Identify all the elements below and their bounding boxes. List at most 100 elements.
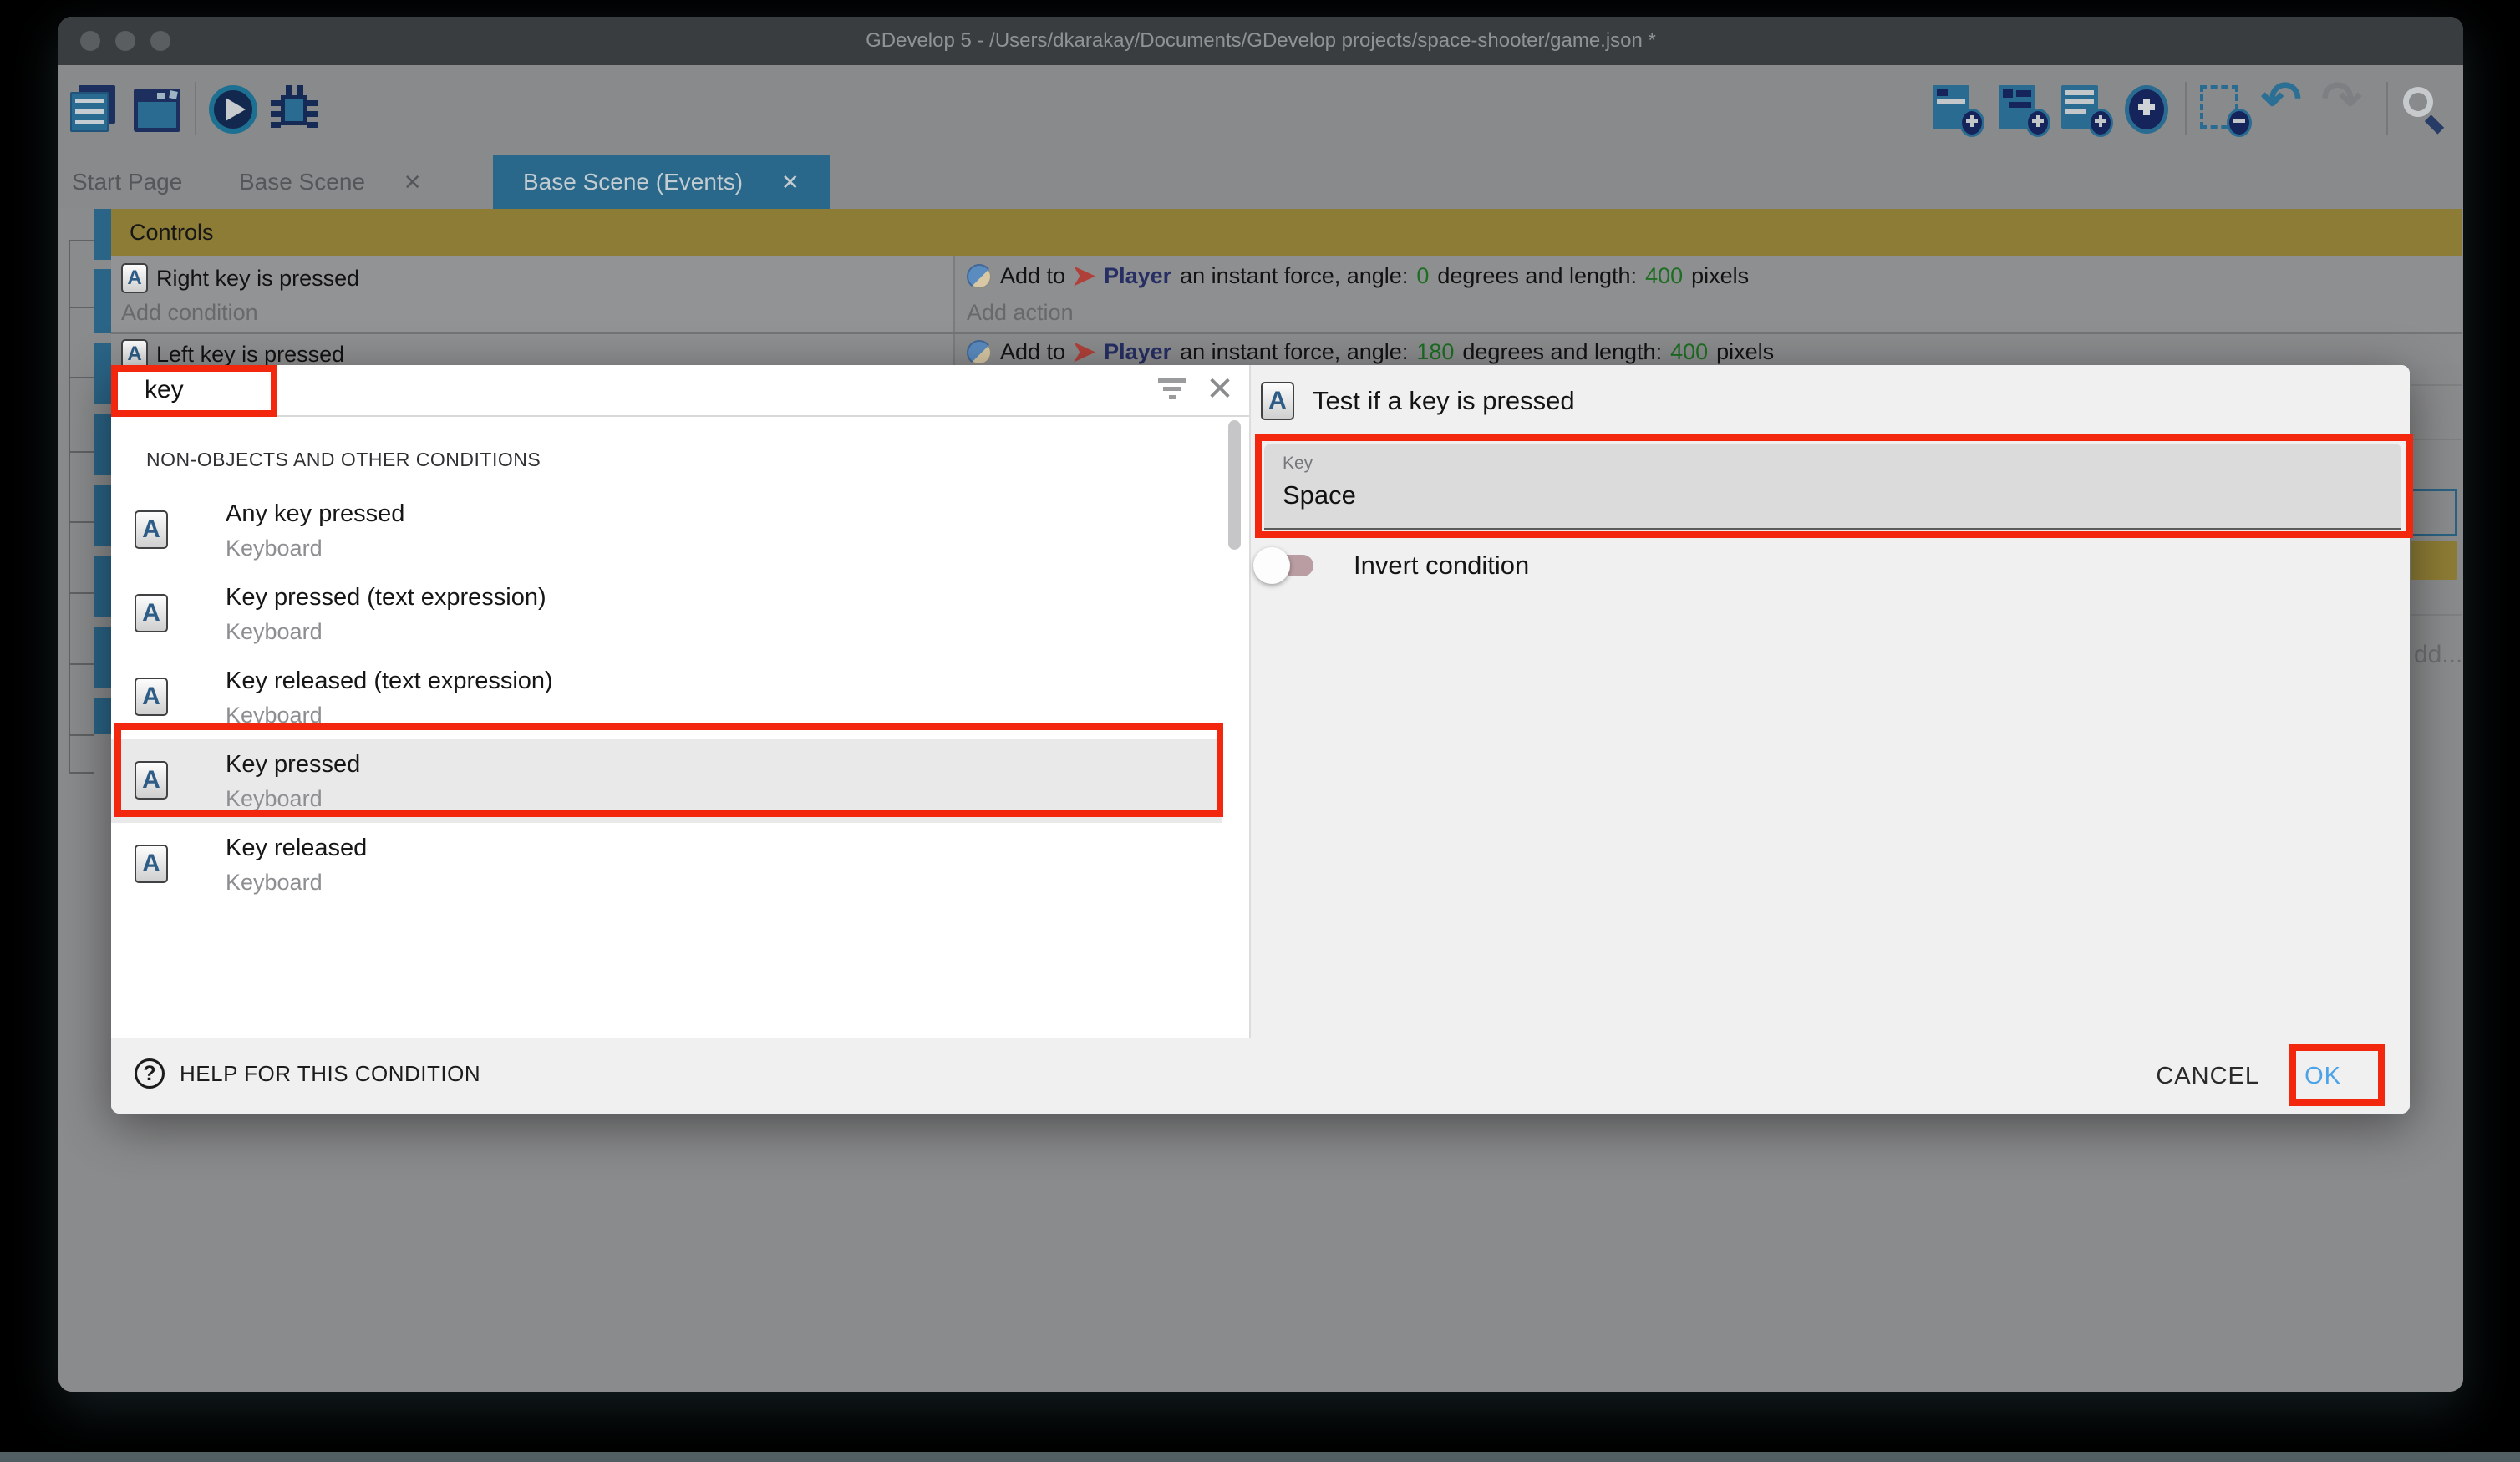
tab-bar: Start Page Base Scene ✕ Base Scene (Even… [58,155,2463,209]
dialog-footer: ? HELP FOR THIS CONDITION CANCEL OK [111,1038,2410,1114]
project-manager-icon[interactable] [70,85,119,134]
actions-cell[interactable]: Add to Player an instant force, angle: 0… [955,256,2462,332]
redo-icon[interactable]: ↷ [2321,75,2362,124]
annotation-key-pressed-item [114,723,1223,817]
add-action-link[interactable]: Add action [967,300,1074,326]
invert-condition-toggle[interactable] [1263,555,1313,576]
close-dialog-icon[interactable]: ✕ [1204,373,1236,405]
list-item-any-key-pressed[interactable]: A Any key pressed Keyboard [111,489,1222,572]
debug-icon[interactable] [269,84,319,134]
truncated-add-link: dd... [2414,641,2462,669]
tab-base-scene[interactable]: Base Scene ✕ [239,155,422,209]
condition-text: key is pressed [201,342,345,366]
app-window: GDevelop 5 - /Users/dkarakay/Documents/G… [58,17,2463,1392]
search-bar: ✕ [111,365,1249,417]
close-tab-icon[interactable]: ✕ [781,170,800,195]
list-section-header: NON-OBJECTS AND OTHER CONDITIONS [146,449,541,471]
tree-connector [69,240,70,774]
delete-selection-icon[interactable] [2200,85,2252,137]
item-subtitle: Keyboard [226,870,323,896]
events-right-strip: dd... [2411,365,2462,1392]
item-subtitle: Keyboard [226,619,323,645]
add-condition-link[interactable]: Add condition [121,300,258,326]
toggle-thumb[interactable] [1253,547,1290,584]
add-event-icon[interactable] [1933,85,1984,137]
highlighted-event-row [2411,489,2457,536]
undo-icon[interactable]: ↶ [2261,75,2302,124]
tree-connector [69,307,94,308]
event-selection-bar [94,698,111,734]
annotation-ok-button [2289,1044,2385,1106]
action-text: an instant force, angle: [1180,339,1408,365]
add-subevent-icon[interactable] [1999,85,2050,137]
item-subtitle: Keyboard [226,536,323,561]
action-length-value: 400 [1670,339,1708,365]
window-title: GDevelop 5 - /Users/dkarakay/Documents/G… [58,17,2463,65]
toolbar-separator [195,82,196,135]
event-selection-bar [94,414,111,475]
keyboard-key-icon: A [135,510,168,549]
keyboard-key-icon: A [1261,382,1294,420]
condition-key: Left [156,342,194,366]
search-icon[interactable] [2401,85,2448,135]
list-item-key-released[interactable]: A Key released Keyboard [111,823,1222,906]
close-tab-icon[interactable]: ✕ [404,170,422,195]
dock-strip [0,1452,2520,1462]
add-plus-icon[interactable] [2125,85,2168,134]
action-text: an instant force, angle: [1180,263,1408,289]
event-group-header[interactable]: Controls [111,209,2462,256]
toolbar-separator [2185,82,2187,135]
event-selection-bar [94,627,111,688]
event-selection-bar [94,343,111,404]
condition-text: key is pressed [216,266,360,291]
condition-list-panel: ✕ NON-OBJECTS AND OTHER CONDITIONS A Any… [111,365,1251,1038]
action-text: Add to [1000,263,1065,289]
play-icon[interactable] [209,85,257,134]
action-text: pixels [1716,339,1774,365]
tab-label: Start Page [72,169,182,195]
filter-icon[interactable] [1158,378,1186,404]
keyboard-key-icon: A [121,339,148,365]
toolbar-separator [2386,82,2388,135]
event-selection-bar [94,485,111,546]
help-icon: ? [135,1058,165,1089]
event-row: A Right key is pressed Add condition Add… [111,256,2462,332]
tab-label: Base Scene (Events) [523,169,743,195]
group-header-fragment [2411,541,2457,580]
list-scrollbar[interactable] [1228,420,1241,550]
player-object-icon [1074,343,1095,363]
action-angle-value: 180 [1416,339,1454,365]
tree-connector [69,772,94,774]
tree-connector [69,451,94,453]
titlebar: GDevelop 5 - /Users/dkarakay/Documents/G… [58,17,2463,65]
action-angle-value: 0 [1416,263,1429,289]
annotation-key-field [1255,434,2413,538]
list-item-key-pressed-text-expression[interactable]: A Key pressed (text expression) Keyboard [111,572,1222,656]
tab-start-page[interactable]: Start Page [72,155,182,209]
tab-base-scene-events[interactable]: Base Scene (Events) ✕ [493,155,830,209]
tab-label: Base Scene [239,169,365,195]
tree-connector [69,240,94,241]
conditions-cell[interactable]: A Right key is pressed Add condition [111,256,955,332]
scene-editor-icon[interactable] [134,89,180,132]
force-icon [967,264,992,289]
conditions-cell[interactable]: A Left key is pressed [111,334,955,365]
cancel-button[interactable]: CANCEL [2156,1038,2259,1114]
action-text: Add to [1000,339,1065,365]
force-icon [967,340,992,365]
actions-cell[interactable]: Add to Player an instant force, angle: 1… [955,334,2462,365]
add-comment-icon[interactable] [2061,85,2113,137]
player-object-icon [1074,267,1095,287]
tree-connector [69,663,94,665]
toolbar: ↶ ↷ [58,65,2463,155]
action-text: pixels [1691,263,1749,289]
action-text: degrees and length: [1462,339,1662,365]
item-title: Key released (text expression) [226,668,553,695]
tree-connector [69,377,94,378]
invert-condition-label: Invert condition [1354,551,1529,581]
keyboard-key-icon: A [121,263,148,293]
event-selection-bar [94,556,111,617]
help-link[interactable]: ? HELP FOR THIS CONDITION [135,1058,480,1089]
keyboard-key-icon: A [135,594,168,632]
tree-connector [69,521,94,523]
